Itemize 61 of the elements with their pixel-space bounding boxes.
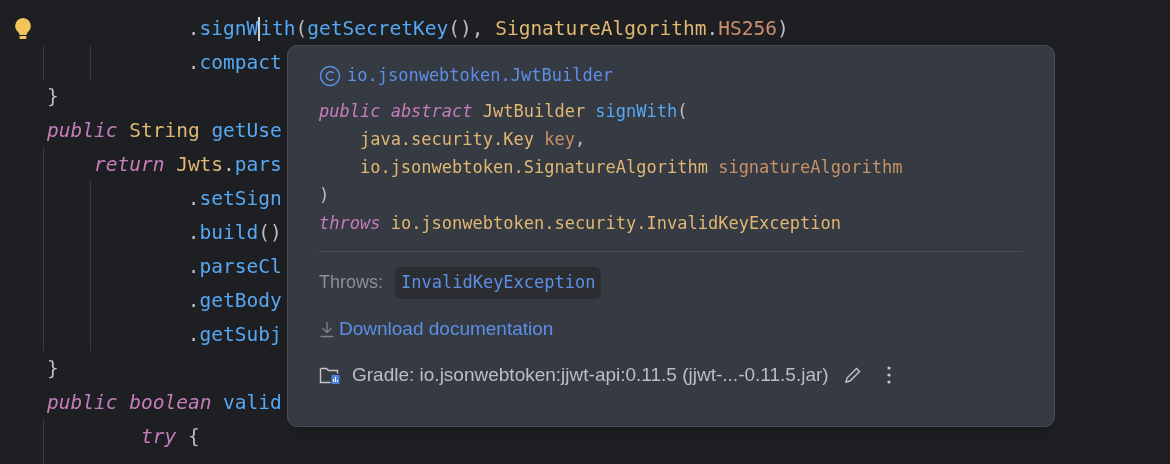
- download-icon: [319, 319, 335, 338]
- class-name[interactable]: io.jsonwebtoken.JwtBuilder: [347, 63, 614, 89]
- punctuation: .: [187, 186, 200, 213]
- punctuation: .: [706, 16, 719, 43]
- keyword: boolean: [129, 390, 213, 417]
- method-name: signWith: [595, 100, 678, 124]
- type-name: SignatureAlgorithm: [495, 16, 707, 43]
- punctuation: .: [187, 16, 200, 43]
- punctuation: {: [187, 424, 200, 451]
- method-name: getSecretKey: [307, 16, 449, 43]
- punctuation: ): [776, 16, 789, 43]
- keyword: public: [47, 118, 119, 145]
- punctuation: (: [677, 100, 688, 124]
- more-icon[interactable]: [886, 366, 891, 385]
- punctuation: (),: [448, 16, 485, 43]
- method-name: compact: [199, 50, 282, 77]
- punctuation: .: [187, 254, 200, 281]
- text-caret: [258, 17, 261, 41]
- keyword: try: [140, 424, 178, 451]
- library-folder-icon: [319, 365, 341, 386]
- punctuation: ,: [574, 128, 586, 152]
- punctuation: .: [187, 220, 200, 247]
- edit-icon[interactable]: [842, 365, 863, 386]
- keyword: throws: [319, 212, 382, 236]
- method-name: signW: [199, 16, 259, 43]
- keyword: public: [47, 390, 119, 417]
- constant: HS256: [718, 16, 777, 43]
- method-name: parseCl: [199, 254, 282, 281]
- type-name: String: [129, 118, 201, 145]
- parameter-name: signatureAlgorithm: [718, 156, 903, 180]
- parameter-name: key: [544, 128, 575, 152]
- punctuation: }: [47, 356, 59, 383]
- throws-label: Throws:: [319, 271, 383, 295]
- method-name: getBody: [199, 288, 282, 315]
- method-name: getUse: [211, 118, 282, 145]
- method-name: pars: [234, 152, 282, 179]
- keyword: public abstract: [319, 100, 474, 124]
- class-icon: [319, 65, 341, 87]
- exception-link[interactable]: InvalidKeyException: [395, 267, 602, 299]
- type-name: io.jsonwebtoken.SignatureAlgorithm: [359, 156, 709, 180]
- punctuation: (: [295, 16, 308, 43]
- method-name: valid: [223, 390, 282, 417]
- type-name: JwtBuilder: [482, 100, 587, 124]
- type-name: io.jsonwebtoken.security.InvalidKeyException: [390, 212, 841, 236]
- download-documentation-link[interactable]: Download documentation: [339, 314, 554, 343]
- punctuation: .: [187, 322, 200, 349]
- method-name: build: [199, 220, 259, 247]
- library-label: Gradle: io.jsonwebtoken:jjwt-api:0.11.5 (jjwt-...-0.11.5.jar): [352, 363, 829, 387]
- punctuation: (): [258, 220, 282, 247]
- lightbulb-icon[interactable]: [13, 17, 33, 41]
- method-name: ith: [260, 16, 296, 43]
- punctuation: .: [187, 50, 200, 77]
- punctuation: .: [223, 152, 235, 179]
- punctuation: .: [187, 288, 200, 315]
- method-name: setSign: [199, 186, 282, 213]
- type-name: java.security.Key: [359, 128, 535, 152]
- punctuation: ): [319, 184, 330, 208]
- punctuation: }: [47, 84, 59, 111]
- keyword: return: [93, 152, 166, 179]
- method-name: getSubj: [199, 322, 282, 349]
- type-name: Jwts: [176, 152, 224, 179]
